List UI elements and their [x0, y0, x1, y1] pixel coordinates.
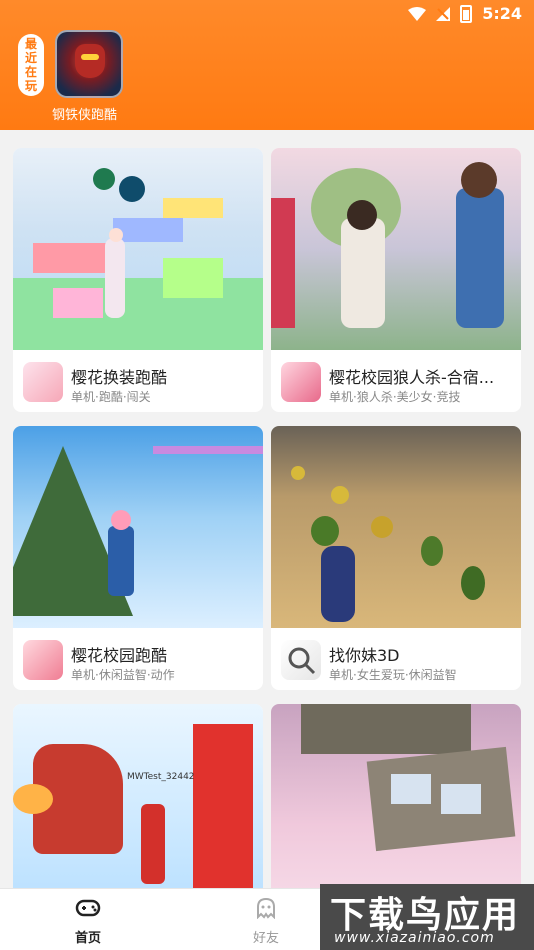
game-tags: 单机·女生爱玩·休闲益智: [329, 668, 457, 682]
magnifier-icon: [288, 647, 316, 675]
watermark-url: www.xiazainiao.com: [334, 930, 495, 946]
nav-home-label: 首页: [74, 931, 101, 946]
visor-icon: [81, 54, 99, 60]
game-icon: [281, 362, 321, 402]
game-artwork: [271, 704, 521, 890]
recent-tag-char: 近: [24, 51, 37, 65]
game-artwork: [13, 426, 263, 628]
recent-tag-char: 在: [24, 65, 37, 79]
game-artwork: [271, 148, 521, 350]
game-name: 樱花校园狼人杀-合宿...: [329, 368, 495, 387]
game-name: 樱花校园跑酷: [71, 646, 168, 665]
game-icon: [23, 362, 63, 402]
recent-played-tag: 最 近 在 玩: [18, 34, 44, 96]
nav-friends-label: 好友: [252, 931, 279, 946]
wifi-icon: [408, 6, 427, 21]
game-card[interactable]: 樱花换装跑酷 单机·跑酷·闯关: [13, 148, 263, 412]
game-tags: 单机·跑酷·闯关: [71, 390, 151, 404]
game-tags: 单机·狼人杀·美少女·竞技: [329, 390, 461, 404]
nav-friends[interactable]: 好友: [236, 897, 296, 946]
status-bar: 5:24: [0, 0, 534, 28]
game-artwork: MWTest_32442: [13, 704, 263, 890]
game-name: 找你妹3D: [329, 646, 400, 665]
nav-home[interactable]: 首页: [58, 897, 118, 946]
status-time: 5:24: [482, 4, 522, 23]
player-name-label: MWTest_32442: [127, 772, 195, 782]
signal-icon: [436, 6, 451, 21]
game-icon: [23, 640, 63, 680]
ghost-icon: [257, 897, 275, 920]
game-artwork: [13, 148, 263, 350]
game-card[interactable]: 樱花校园狼人杀-合宿... 单机·狼人杀·美少女·竞技: [271, 148, 521, 412]
game-name: 樱花换装跑酷: [71, 368, 168, 387]
recent-game-name[interactable]: 钢铁侠跑酷: [52, 104, 117, 123]
top-header: 5:24 最 近 在 玩 钢铁侠跑酷: [0, 0, 534, 130]
site-watermark: 下载鸟应用 www.xiazainiao.com: [320, 884, 534, 950]
game-card[interactable]: 找你妹3D 单机·女生爱玩·休闲益智: [271, 426, 521, 690]
game-tags: 单机·休闲益智·动作: [71, 668, 175, 682]
game-artwork: [271, 426, 521, 628]
ironman-helmet-icon: [75, 44, 105, 78]
recent-tag-char: 最: [24, 37, 37, 51]
game-card[interactable]: [271, 704, 521, 890]
game-card[interactable]: MWTest_32442: [13, 704, 263, 890]
battery-icon: [460, 4, 473, 23]
recent-game-thumbnail[interactable]: [55, 30, 123, 98]
game-icon: [281, 640, 321, 680]
game-grid: 樱花换装跑酷 单机·跑酷·闯关 樱花校园狼人杀-合宿... 单机·狼人杀·美少女…: [0, 130, 534, 890]
gamepad-icon: [75, 899, 101, 917]
game-card[interactable]: 樱花校园跑酷 单机·休闲益智·动作: [13, 426, 263, 690]
recent-tag-char: 玩: [24, 79, 37, 93]
